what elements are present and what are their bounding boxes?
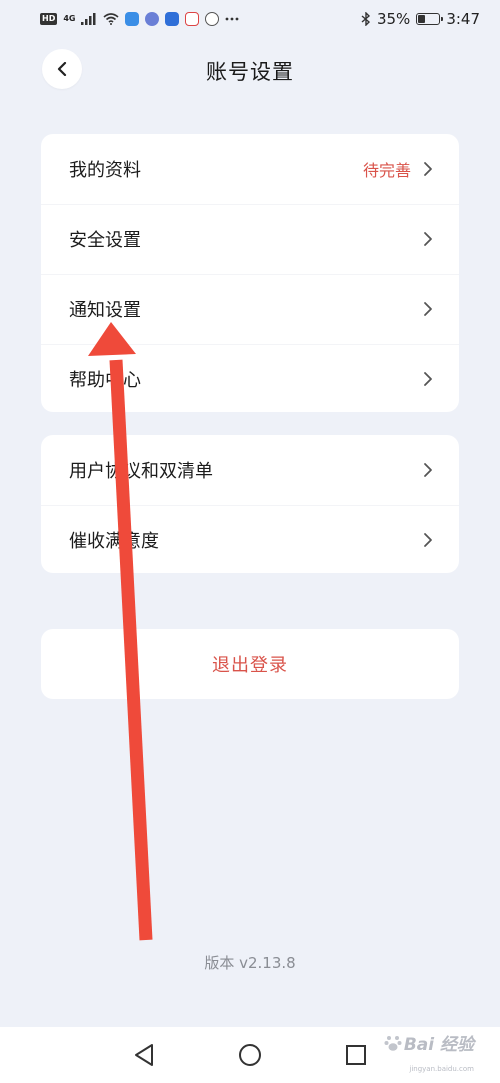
nav-home-icon: [239, 1044, 261, 1066]
row-notification-settings[interactable]: 通知设置: [41, 274, 459, 344]
nav-home-button[interactable]: [237, 1042, 263, 1068]
nav-back-button[interactable]: [131, 1042, 157, 1068]
battery-percent: 35%: [376, 10, 411, 28]
signal-icon: [81, 13, 96, 25]
chevron-right-icon: [424, 302, 432, 316]
row-security-settings[interactable]: 安全设置: [41, 204, 459, 274]
more-dots-icon: [226, 17, 239, 21]
row-right: [423, 532, 433, 548]
chevron-right-icon: [424, 533, 432, 547]
paw-icon: [384, 1035, 402, 1051]
row-collection-satisfaction[interactable]: 催收满意度: [41, 505, 459, 575]
chevron-right-icon: [424, 463, 432, 477]
row-right: [423, 371, 433, 387]
wifi-icon: [103, 13, 120, 25]
logout-button[interactable]: 退出登录: [41, 629, 459, 699]
chevron-right-icon: [424, 162, 432, 176]
row-label: 安全设置: [69, 230, 141, 251]
settings-group-1: 我的资料 待完善 安全设置 通知设置 帮助中心: [41, 134, 459, 412]
row-label: 我的资料: [69, 160, 141, 181]
chat-app-icon: [205, 12, 220, 26]
row-right: 待完善: [363, 157, 433, 181]
logout-label: 退出登录: [212, 655, 288, 676]
status-bar: HD 4G 35% 3:47: [0, 0, 500, 38]
watermark-subtext: jingyan.baidu.com: [409, 1065, 474, 1073]
row-right: [423, 462, 433, 478]
battery-fill: [418, 15, 426, 23]
bluetooth-icon: [361, 12, 370, 26]
music-app-icon: [145, 12, 160, 26]
version-label: 版本 v2.13.8: [204, 954, 296, 972]
header: 账号设置: [0, 42, 500, 98]
watermark-text: Bai 经验: [403, 1035, 474, 1055]
row-label: 帮助中心: [69, 370, 141, 391]
row-label: 催收满意度: [69, 531, 159, 552]
calendar-app-icon: [185, 12, 200, 26]
nav-back-icon: [135, 1044, 153, 1066]
watermark-logo: Bai 经验: [384, 1030, 474, 1055]
status-badge: 待完善: [362, 161, 411, 180]
nav-recent-icon: [346, 1045, 366, 1065]
nav-recent-button[interactable]: [343, 1042, 369, 1068]
page-title: 账号设置: [206, 60, 294, 84]
status-left: HD 4G: [40, 12, 239, 26]
row-right: [423, 301, 433, 317]
clock: 3:47: [446, 10, 480, 28]
hd-badge: HD: [40, 13, 58, 25]
settings-group-2: 用户协议和双清单 催收满意度: [41, 435, 459, 573]
row-label: 通知设置: [69, 300, 141, 321]
app-icon: [165, 12, 180, 26]
row-right: [423, 231, 433, 247]
network-label: 4G: [63, 14, 76, 23]
battery-icon: [416, 13, 444, 25]
chevron-right-icon: [424, 232, 432, 246]
row-user-agreement[interactable]: 用户协议和双清单: [41, 435, 459, 505]
status-right: 35% 3:47: [361, 10, 480, 28]
row-help-center[interactable]: 帮助中心: [41, 344, 459, 414]
cloud-app-icon: [125, 12, 140, 26]
row-my-profile[interactable]: 我的资料 待完善: [41, 134, 459, 204]
chevron-right-icon: [424, 372, 432, 386]
row-label: 用户协议和双清单: [69, 461, 213, 482]
